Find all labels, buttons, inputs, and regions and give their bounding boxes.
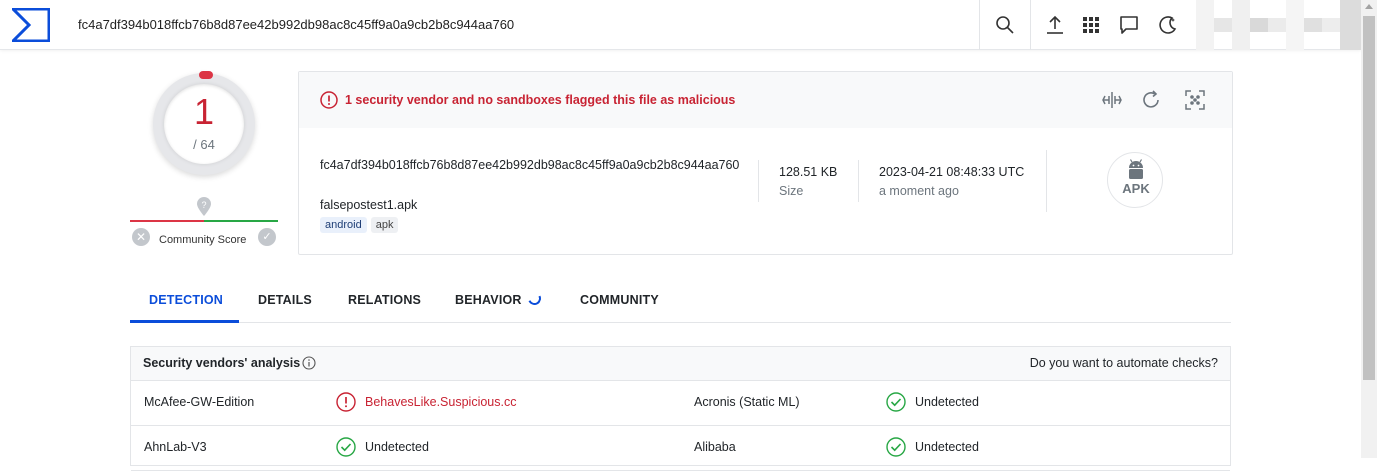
vendor-name: AhnLab-V3 xyxy=(144,440,207,454)
tag-apk[interactable]: apk xyxy=(370,217,399,233)
active-tab-indicator xyxy=(130,320,239,323)
community-score-marker-icon: ? xyxy=(197,197,211,216)
detection-result[interactable]: BehavesLike.Suspicious.cc xyxy=(365,395,516,409)
vendor-name: Acronis (Static ML) xyxy=(694,395,800,409)
malicious-alert-icon xyxy=(336,392,356,412)
file-summary-card: 1 security vendor and no sandboxes flagg… xyxy=(298,71,1233,255)
panel-title: Security vendors' analysis xyxy=(143,356,301,370)
detection-result: Undetected xyxy=(365,440,429,454)
alert-text: 1 security vendor and no sandboxes flagg… xyxy=(345,93,736,107)
undetected-check-icon xyxy=(336,437,356,457)
dark-mode-icon[interactable] xyxy=(1157,14,1179,36)
score-marker xyxy=(199,71,213,79)
top-bar: fc4a7df394b018ffcb76b8d87ee42b992db98ac8… xyxy=(0,0,1361,50)
file-size-label: Size xyxy=(779,184,804,198)
scroll-up-arrow-icon[interactable] xyxy=(1365,4,1373,9)
divider xyxy=(1046,150,1047,212)
file-name: falsepostest1.apk xyxy=(320,198,418,212)
chat-icon[interactable] xyxy=(1118,14,1140,36)
detection-count: 1 xyxy=(193,91,215,132)
detection-score-ring: 1 / 64 xyxy=(153,71,255,175)
file-size-value: 128.51 KB xyxy=(779,165,838,179)
community-score: ? ✕ Community Score ✓ xyxy=(130,196,278,248)
alert-icon xyxy=(320,91,338,109)
last-analysis-relative: a moment ago xyxy=(879,184,959,198)
tab-detection[interactable]: DETECTION xyxy=(149,293,223,307)
search-input[interactable]: fc4a7df394b018ffcb76b8d87ee42b992db98ac8… xyxy=(78,17,514,32)
vendor-name: McAfee-GW-Edition xyxy=(144,395,255,409)
divider xyxy=(758,160,759,202)
vote-harmless-icon[interactable]: ✓ xyxy=(258,228,276,246)
table-row: McAfee-GW-Edition BehavesLike.Suspicious… xyxy=(131,381,1230,426)
community-score-label: Community Score xyxy=(159,234,247,246)
undetected-check-icon xyxy=(886,437,906,457)
divider xyxy=(858,160,859,202)
tab-details[interactable]: DETAILS xyxy=(258,293,312,307)
file-type-badge: APK xyxy=(1107,152,1163,208)
user-account-blurred[interactable] xyxy=(1196,0,1361,50)
vendors-analysis-panel: Security vendors' analysis Do you want t… xyxy=(130,346,1231,471)
tag-android[interactable]: android xyxy=(320,217,367,233)
file-type-label: APK xyxy=(1122,181,1150,196)
community-bar-negative xyxy=(130,220,204,222)
vendor-name: Alibaba xyxy=(694,440,736,454)
file-hash[interactable]: fc4a7df394b018ffcb76b8d87ee42b992db98ac8… xyxy=(320,155,740,175)
search-icon xyxy=(996,16,1014,34)
detection-total: / 64 xyxy=(193,137,215,152)
graph-view-icon[interactable] xyxy=(1184,89,1206,111)
panel-header: Security vendors' analysis Do you want t… xyxy=(131,347,1230,381)
scrollbar-thumb[interactable] xyxy=(1363,16,1375,380)
compare-icon[interactable] xyxy=(1101,89,1123,111)
alert-banner: 1 security vendor and no sandboxes flagg… xyxy=(299,72,1232,128)
table-row: AhnLab-V3 Undetected Alibaba Undetected xyxy=(131,426,1230,471)
tab-behavior[interactable]: BEHAVIOR xyxy=(455,293,522,307)
info-icon[interactable] xyxy=(302,356,316,370)
tab-relations[interactable]: RELATIONS xyxy=(348,293,421,307)
upload-icon[interactable] xyxy=(1044,14,1066,36)
reanalyze-icon[interactable] xyxy=(1140,89,1162,111)
undetected-check-icon xyxy=(886,392,906,412)
tab-community[interactable]: COMMUNITY xyxy=(580,293,659,307)
detection-result: Undetected xyxy=(915,440,979,454)
android-icon xyxy=(1129,159,1143,179)
detection-score: 1 / 64 xyxy=(164,84,244,164)
vote-malicious-icon[interactable]: ✕ xyxy=(132,228,150,246)
community-bar-positive xyxy=(204,220,278,222)
detection-result: Undetected xyxy=(915,395,979,409)
loading-spinner-icon xyxy=(526,290,543,307)
search-button[interactable] xyxy=(979,0,1031,50)
report-tabs: DETECTION DETAILS RELATIONS BEHAVIOR COM… xyxy=(130,283,1231,323)
virustotal-logo[interactable] xyxy=(12,8,50,42)
automate-checks-link[interactable]: Do you want to automate checks? xyxy=(1030,356,1218,370)
svg-text:?: ? xyxy=(201,200,206,210)
apps-grid-icon[interactable] xyxy=(1080,14,1102,36)
last-analysis-date: 2023-04-21 08:48:33 UTC xyxy=(879,165,1025,179)
file-tags: android apk xyxy=(320,217,399,233)
